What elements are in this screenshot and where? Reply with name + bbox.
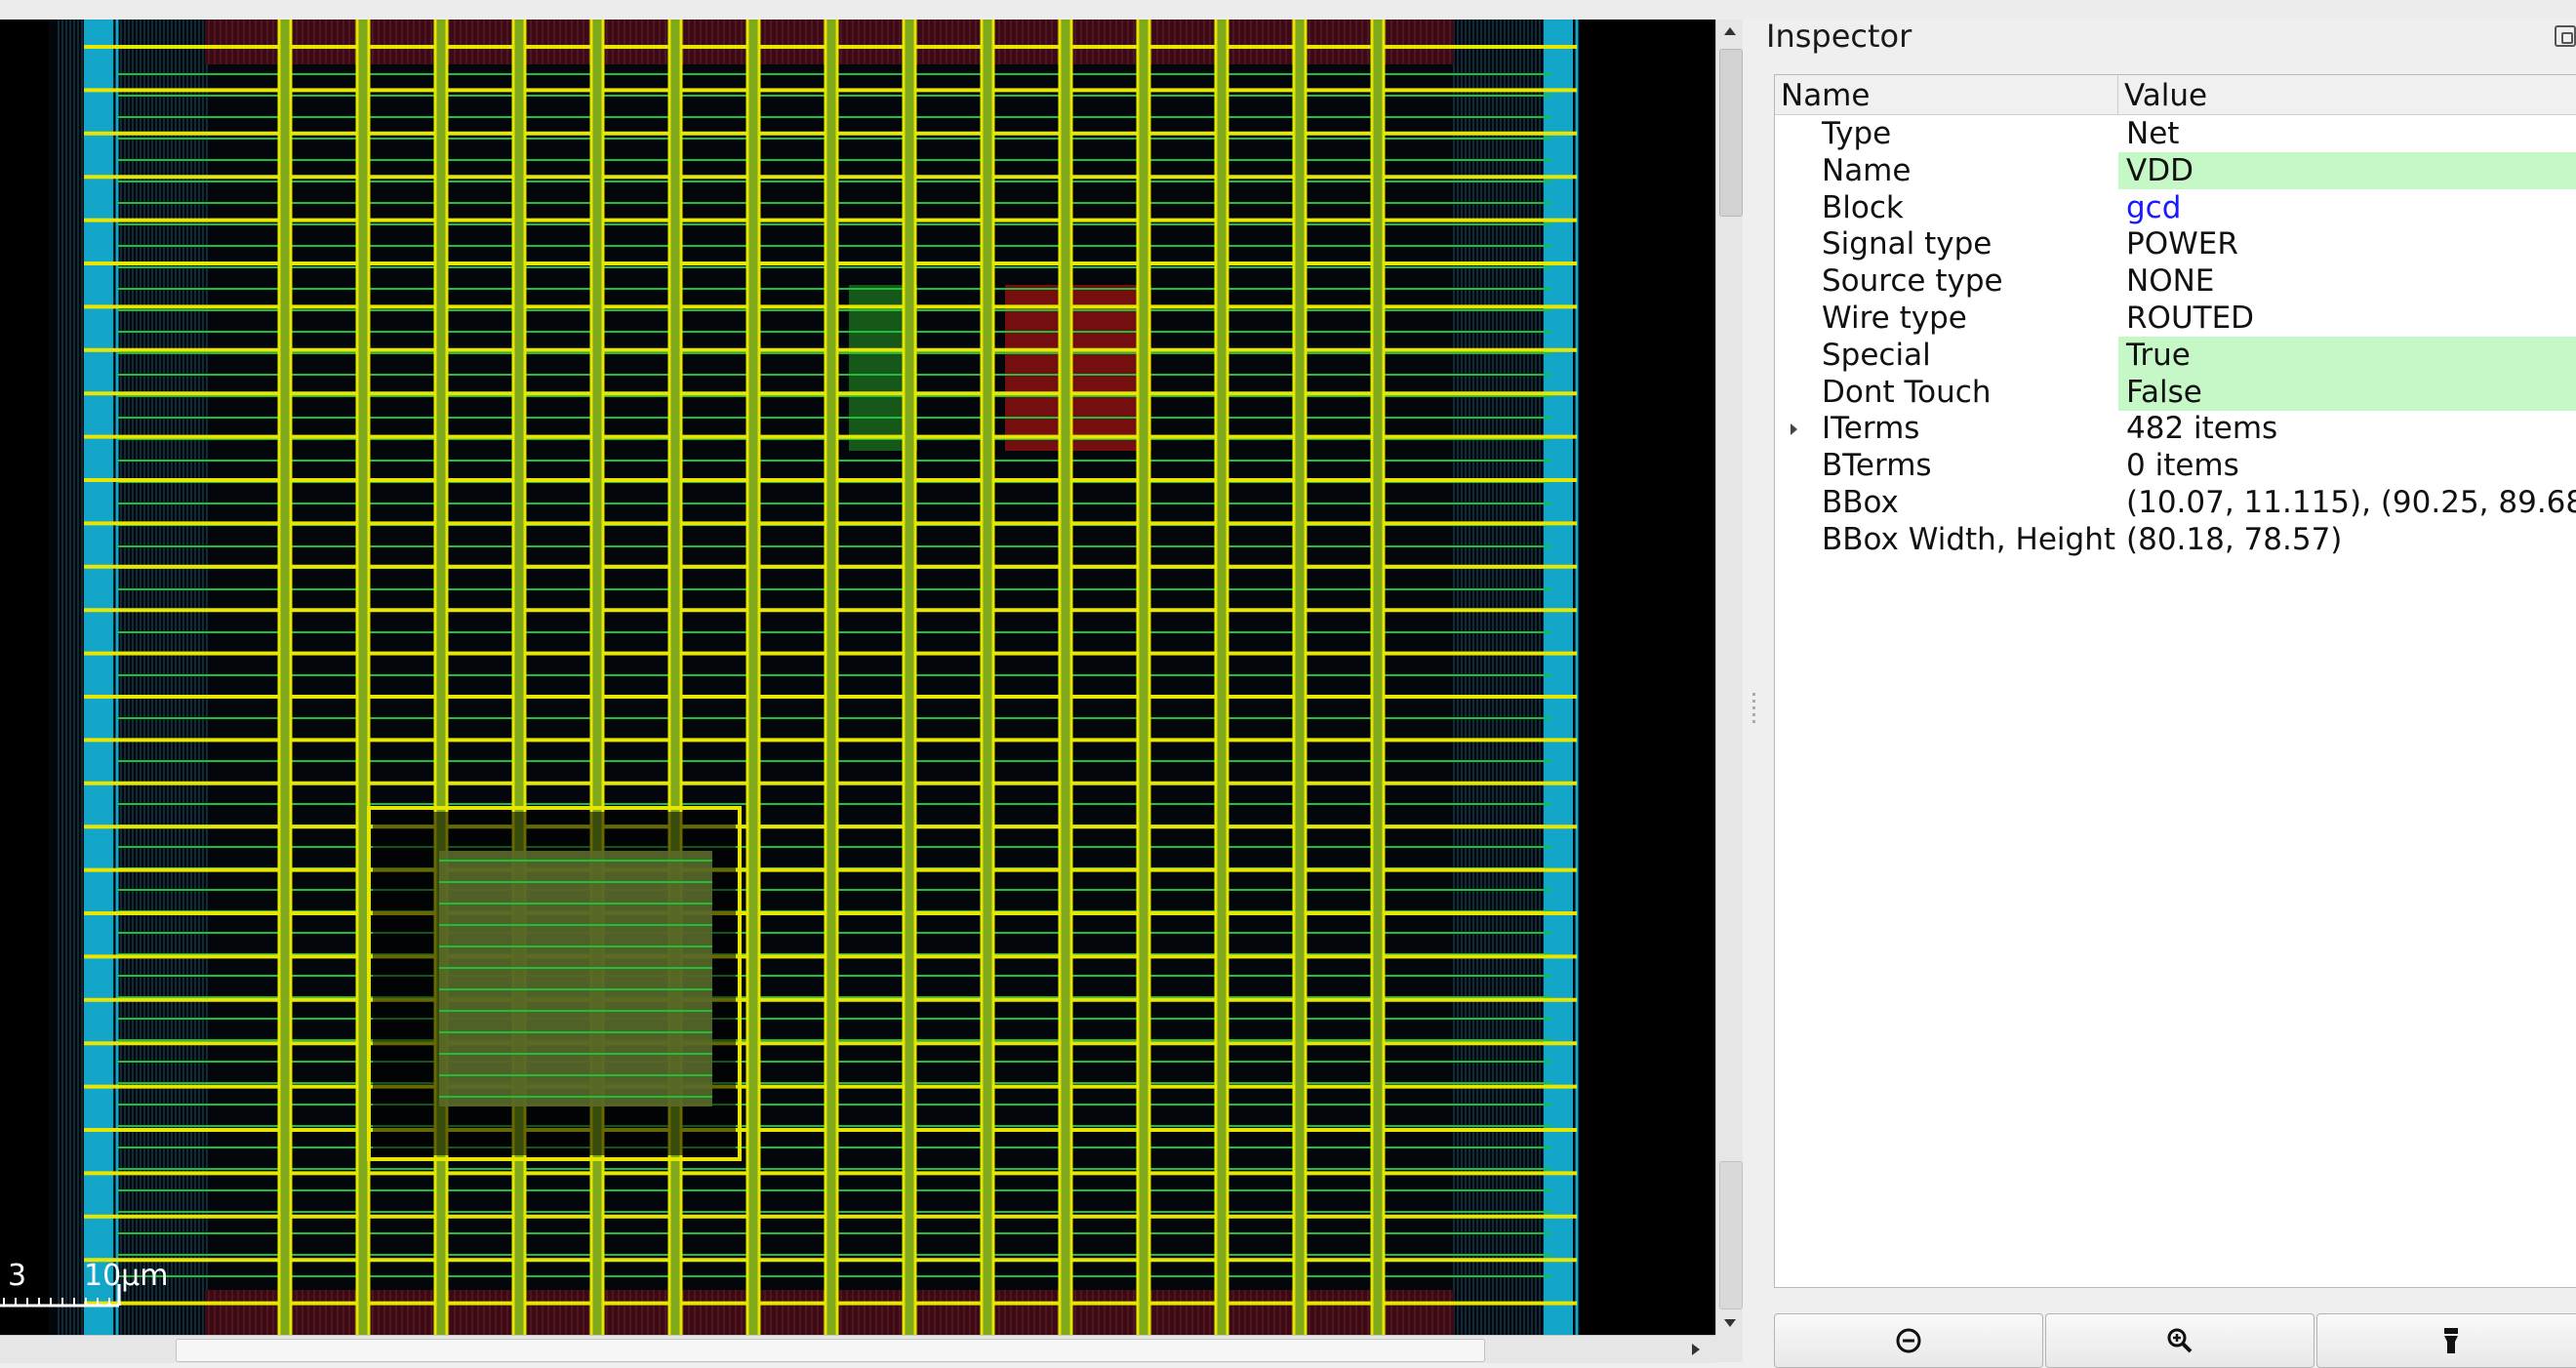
property-value: (10.07, 11.115), (90.25, 89.685): [2126, 485, 2576, 520]
power-strap: [904, 20, 915, 1335]
property-name: BTerms: [1822, 448, 1932, 484]
property-row[interactable]: Wire type ROUTED: [1775, 300, 2576, 337]
power-strap: [1216, 20, 1228, 1335]
inspector-panel: Inspector Name Value Type Net Name VDD Block…: [1766, 18, 2576, 1368]
property-row[interactable]: Special True: [1775, 336, 2576, 374]
zoom-in-icon: [2167, 1328, 2193, 1353]
property-row[interactable]: BBox (10.07, 11.115), (90.25, 89.685): [1775, 484, 2576, 521]
property-name: ITerms: [1822, 411, 1920, 447]
highlight-button[interactable]: [2316, 1313, 2576, 1368]
property-value: POWER: [2126, 226, 2238, 262]
zoom-out-button[interactable]: [1774, 1313, 2043, 1368]
tree-header: Name Value: [1775, 75, 2576, 115]
property-value: (80.18, 78.57): [2126, 521, 2343, 557]
power-strap: [279, 20, 291, 1335]
scroll-up-icon[interactable]: [1724, 27, 1736, 35]
scale-bar-label: 10μm: [84, 1259, 169, 1293]
vertical-scroll-track-lower[interactable]: [1719, 1161, 1743, 1309]
power-strap: [1294, 20, 1306, 1335]
scale-left-label: 3: [8, 1259, 27, 1293]
splitter-grip-icon: [1752, 693, 1755, 726]
inspector-title: Inspector: [1766, 18, 1912, 55]
property-row[interactable]: Signal type POWER: [1775, 225, 2576, 262]
property-name: Block: [1822, 189, 1904, 225]
property-name: BBox Width, Height: [1822, 521, 2115, 557]
property-row[interactable]: BTerms 0 items: [1775, 447, 2576, 484]
property-name: Wire type: [1822, 301, 1967, 336]
property-name: Special: [1822, 337, 1931, 373]
vertical-scrollbar[interactable]: [1715, 20, 1744, 1335]
property-row[interactable]: Block gcd: [1775, 189, 2576, 226]
column-header-value[interactable]: Value: [2118, 75, 2576, 114]
property-row[interactable]: ITerms 482 items: [1775, 410, 2576, 447]
property-value: VDD: [2118, 151, 2576, 189]
power-strap: [1060, 20, 1071, 1335]
scroll-down-icon[interactable]: [1724, 1319, 1736, 1327]
power-strap: [1372, 20, 1384, 1335]
vertical-scroll-thumb[interactable]: [1719, 49, 1743, 217]
column-header-name[interactable]: Name: [1775, 75, 2118, 114]
layout-canvas[interactable]: 3 10μm: [0, 20, 1715, 1335]
outside-die: [0, 20, 49, 1335]
flashlight-icon: [2444, 1328, 2458, 1353]
zoom-in-button[interactable]: [2045, 1313, 2314, 1368]
property-row[interactable]: Type Net: [1775, 115, 2576, 152]
property-value: False: [2118, 373, 2576, 411]
scroll-corner: [1715, 1335, 1743, 1362]
property-tree[interactable]: Name Value Type Net Name VDD Block gcd Signal …: [1774, 74, 2576, 1288]
property-name: Type: [1822, 116, 1892, 151]
window-top-strip: [0, 0, 2576, 21]
power-strap: [747, 20, 759, 1335]
power-strap: [982, 20, 993, 1335]
io-pad-strip: [1544, 20, 1573, 1335]
power-strap: [1138, 20, 1149, 1335]
property-name: Dont Touch: [1822, 374, 1992, 410]
property-name: Source type: [1822, 263, 2003, 300]
scroll-right-icon[interactable]: [1692, 1344, 1700, 1355]
io-pad-strip: [84, 20, 113, 1335]
property-value: True: [2118, 336, 2576, 374]
property-row[interactable]: Name VDD: [1775, 151, 2576, 189]
panel-splitter[interactable]: [1743, 20, 1766, 1362]
property-value-link[interactable]: gcd: [2118, 189, 2576, 226]
property-row[interactable]: Dont Touch False: [1775, 373, 2576, 411]
property-name: BBox: [1822, 485, 1899, 520]
layout-drawing[interactable]: [0, 20, 1715, 1335]
macro-block: [439, 851, 712, 1106]
property-value: 482 items: [2126, 411, 2278, 447]
property-row[interactable]: Source type NONE: [1775, 262, 2576, 300]
property-value: 0 items: [2126, 448, 2239, 484]
property-name: Signal type: [1822, 226, 1992, 262]
property-value: ROUTED: [2126, 301, 2255, 336]
horizontal-scroll-thumb[interactable]: [176, 1339, 1485, 1362]
expand-arrow-icon[interactable]: [1791, 423, 1797, 436]
property-value: Net: [2126, 116, 2180, 151]
undock-icon[interactable]: [2555, 25, 2576, 47]
property-value: NONE: [2126, 263, 2215, 300]
horizontal-scrollbar[interactable]: [0, 1335, 1715, 1363]
property-name: Name: [1822, 152, 1912, 188]
power-strap: [825, 20, 837, 1335]
zoom-out-icon: [1896, 1328, 1921, 1353]
property-row[interactable]: BBox Width, Height (80.18, 78.57): [1775, 521, 2576, 558]
